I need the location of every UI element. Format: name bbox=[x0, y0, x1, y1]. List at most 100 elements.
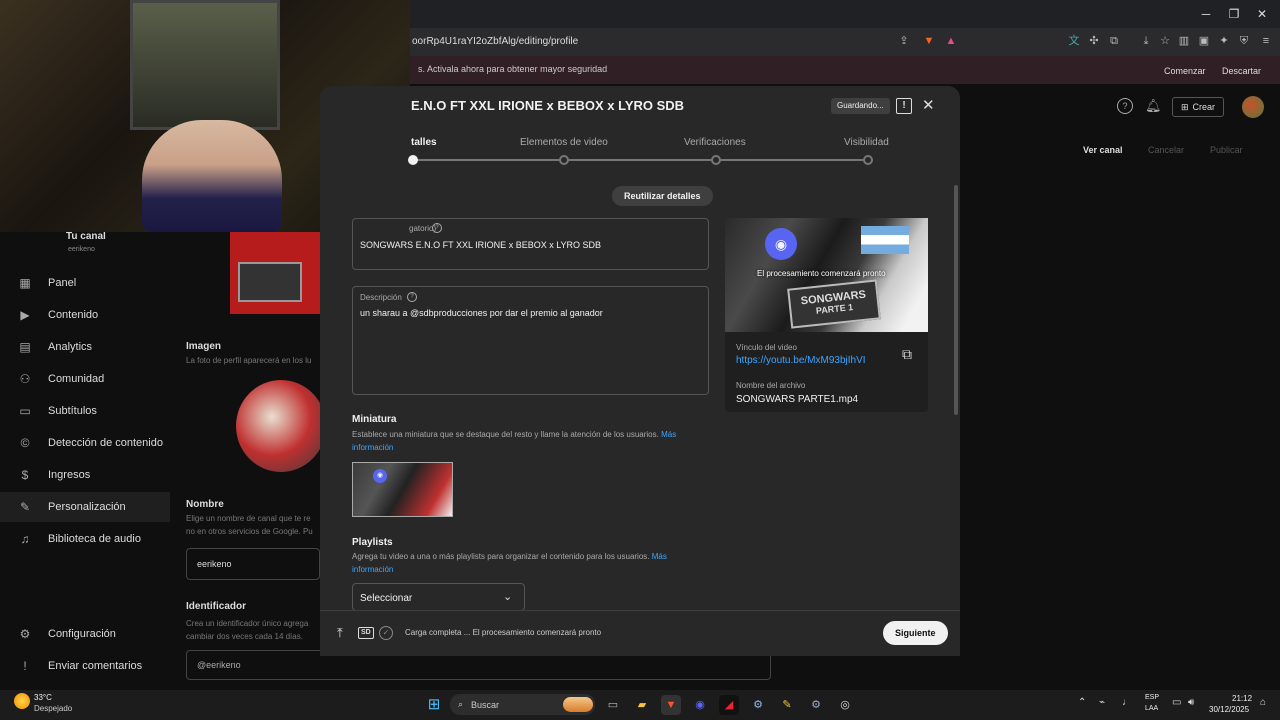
close-window-icon[interactable]: ✕ bbox=[1254, 6, 1270, 22]
sidebar-item-settings[interactable]: ⚙ Configuración bbox=[18, 624, 116, 644]
feedback-icon: ! bbox=[23, 659, 27, 673]
file-explorer-icon[interactable]: ▰ bbox=[632, 695, 652, 715]
chevron-up-icon[interactable]: ⌃ bbox=[1078, 697, 1086, 708]
help-icon[interactable]: ? bbox=[407, 292, 417, 302]
keyboard-layout[interactable]: LAA bbox=[1145, 705, 1158, 712]
language-code[interactable]: ESP bbox=[1145, 694, 1159, 701]
clock-time[interactable]: 21:12 bbox=[1232, 694, 1252, 703]
view-channel-button[interactable]: Ver canal bbox=[1075, 141, 1131, 159]
screenshot-icon[interactable]: ⧉ bbox=[1106, 33, 1122, 49]
brave-shield-icon[interactable]: ▼ bbox=[921, 33, 937, 49]
cancel-button[interactable]: Cancelar bbox=[1140, 141, 1192, 159]
sidebar-item-earn[interactable]: $ Ingresos bbox=[18, 465, 91, 485]
more-info-link[interactable]: información bbox=[352, 443, 393, 452]
video-preview-thumbnail[interactable]: ◉ SONGWARS PARTE 1 El procesamiento come… bbox=[725, 218, 928, 332]
sidebar-label: Comunidad bbox=[48, 373, 105, 385]
playlist-select-value: Seleccionar bbox=[360, 593, 413, 604]
more-info-link[interactable]: Más bbox=[652, 552, 667, 561]
video-link[interactable]: https://youtu.be/MxM93bjIhVI bbox=[736, 355, 866, 366]
maximize-icon[interactable]: ❐ bbox=[1226, 6, 1242, 22]
channel-name-input[interactable]: eerikeno bbox=[186, 548, 320, 580]
sidebar-label: Ingresos bbox=[48, 469, 91, 481]
share-icon[interactable]: ⇪ bbox=[896, 33, 912, 49]
vpn-icon[interactable]: ⛨ bbox=[1236, 33, 1252, 49]
step-dot bbox=[559, 155, 569, 165]
step-dot bbox=[863, 155, 873, 165]
name-label: Nombre bbox=[186, 499, 224, 510]
reuse-details-button[interactable]: Reutilizar detalles bbox=[612, 186, 713, 206]
notifications-icon[interactable]: 🔔︎ bbox=[1145, 98, 1162, 114]
dismiss-button[interactable]: Descartar bbox=[1214, 62, 1269, 80]
close-dialog-icon[interactable]: ✕ bbox=[922, 96, 935, 114]
sidebar-toggle-icon[interactable]: ▥ bbox=[1176, 33, 1192, 49]
banner-preview bbox=[230, 232, 320, 314]
sidebar-item-subtitles[interactable]: ▭ Subtítulos bbox=[18, 401, 97, 421]
notification-center-icon[interactable]: ⌂ bbox=[1260, 697, 1266, 708]
help-icon[interactable]: ? bbox=[1117, 98, 1133, 114]
profile-picture bbox=[236, 380, 326, 472]
volume-icon[interactable]: 🔊︎ bbox=[1188, 697, 1194, 708]
sidebar-item-content-detection[interactable]: © Detección de contenido bbox=[18, 433, 163, 453]
microphone-icon[interactable]: ♩ bbox=[1122, 697, 1132, 708]
steam-icon[interactable]: ⚙ bbox=[748, 695, 768, 715]
extensions-icon[interactable]: ✣ bbox=[1086, 33, 1102, 49]
saving-status: Guardando... bbox=[831, 98, 890, 114]
thumbnail-title-box: SONGWARS PARTE 1 bbox=[787, 279, 881, 329]
sidebar-item-content[interactable]: ▶ Contenido bbox=[18, 305, 98, 325]
sidebar-item-community[interactable]: ⚇ Comunidad bbox=[18, 369, 105, 389]
copy-icon[interactable]: ⧉ bbox=[902, 346, 912, 363]
discord-icon[interactable]: ◉ bbox=[690, 695, 710, 715]
notes-icon[interactable]: ✎ bbox=[777, 695, 797, 715]
account-avatar[interactable] bbox=[1242, 96, 1264, 118]
sidebar-item-customization[interactable]: ✎ Personalización bbox=[18, 497, 126, 517]
download-icon[interactable]: ⤓ bbox=[1138, 33, 1154, 49]
dialog-scrollbar[interactable] bbox=[954, 185, 958, 415]
community-icon: ⚇ bbox=[19, 372, 31, 386]
start-button[interactable]: Comenzar bbox=[1156, 62, 1214, 80]
minimize-icon[interactable]: ─ bbox=[1198, 6, 1214, 22]
wallet-icon[interactable]: ▣ bbox=[1196, 33, 1212, 49]
title-field[interactable]: gatorio) ? SONGWARS E.N.O FT XXL IRIONE … bbox=[352, 218, 709, 270]
step-video-elements[interactable]: Elementos de video bbox=[520, 137, 608, 148]
help-icon[interactable]: ? bbox=[432, 223, 442, 233]
step-checks[interactable]: Verificaciones bbox=[684, 137, 746, 148]
chevron-down-icon: ⌄ bbox=[503, 591, 513, 603]
network-icon[interactable]: ⌁ bbox=[1099, 697, 1105, 708]
next-button[interactable]: Siguiente bbox=[883, 621, 948, 645]
url-field[interactable]: oorRp4U1raYI2oZbfAlg/editing/profile bbox=[400, 33, 940, 51]
leo-icon[interactable]: ✦ bbox=[1216, 33, 1232, 49]
sidebar-label: Detección de contenido bbox=[48, 437, 163, 449]
brave-browser-icon[interactable]: ▼ bbox=[661, 695, 681, 715]
analytics-icon: ▤ bbox=[19, 340, 31, 354]
brave-rewards-icon[interactable]: ▲ bbox=[943, 33, 959, 49]
task-view-icon[interactable]: ▭ bbox=[603, 695, 623, 715]
sidebar-item-analytics[interactable]: ▤ Analytics bbox=[18, 337, 92, 357]
windows-start-icon[interactable]: ⊞ bbox=[424, 695, 444, 715]
thumbnail-option[interactable]: ◉ bbox=[352, 462, 453, 517]
weather-icon[interactable] bbox=[14, 693, 30, 709]
display-icon[interactable]: ▭ bbox=[1172, 697, 1181, 708]
more-info-link[interactable]: Más bbox=[661, 430, 676, 439]
dialog-title: E.N.O FT XXL IRIONE x BEBOX x LYRO SDB bbox=[411, 98, 685, 113]
publish-button[interactable]: Publicar bbox=[1202, 141, 1251, 159]
bookmarks-icon[interactable]: ☆ bbox=[1157, 33, 1173, 49]
settings-icon[interactable]: ⚙ bbox=[806, 695, 826, 715]
processing-overlay-text: El procesamiento comenzará pronto bbox=[757, 269, 886, 278]
translate-icon[interactable]: 文 bbox=[1066, 33, 1082, 49]
clock-date[interactable]: 30/12/2025 bbox=[1209, 705, 1249, 714]
step-details[interactable]: talles bbox=[411, 137, 437, 148]
obs-icon[interactable]: ◎ bbox=[835, 695, 855, 715]
capcut-icon[interactable]: ◢ bbox=[719, 695, 739, 715]
sidebar-item-feedback[interactable]: ! Enviar comentarios bbox=[18, 656, 142, 676]
thumbnail-desc-text: Establece una miniatura que se destaque … bbox=[352, 430, 659, 439]
menu-icon[interactable]: ≡ bbox=[1258, 33, 1274, 49]
step-visibility[interactable]: Visibilidad bbox=[844, 137, 889, 148]
sidebar-item-panel[interactable]: ▦ Panel bbox=[18, 273, 76, 293]
sidebar-item-audio-library[interactable]: ♫ Biblioteca de audio bbox=[18, 529, 141, 549]
more-info-link[interactable]: información bbox=[352, 565, 393, 574]
create-button[interactable]: ⊞ Crear bbox=[1172, 97, 1225, 117]
playlist-select[interactable]: Seleccionar ⌄ bbox=[352, 583, 525, 611]
description-field[interactable]: Descripción ? un sharau a @sdbproduccion… bbox=[352, 286, 709, 395]
feedback-icon[interactable]: ! bbox=[896, 98, 912, 114]
title-value: SONGWARS E.N.O FT XXL IRIONE x BEBOX x L… bbox=[360, 240, 602, 250]
